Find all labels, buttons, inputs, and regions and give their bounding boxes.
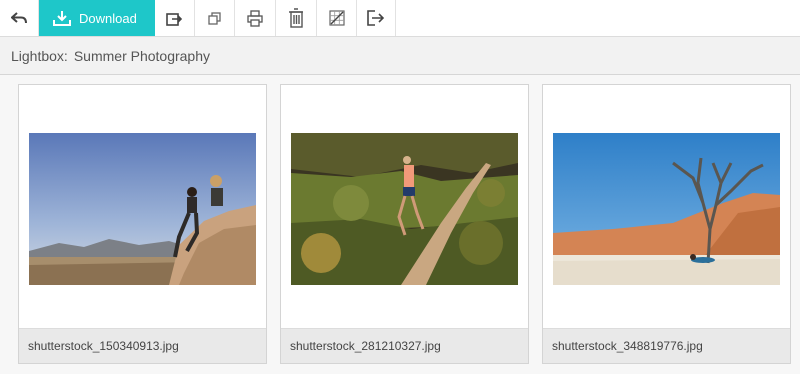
image-card[interactable]: shutterstock_150340913.jpg	[18, 84, 267, 364]
deselect-grid-icon	[328, 10, 345, 26]
download-icon	[53, 10, 71, 26]
image-filename: shutterstock_150340913.jpg	[19, 328, 266, 363]
toolbar: Download	[0, 0, 800, 37]
lightbox-label: Lightbox:	[11, 47, 68, 64]
print-icon	[247, 9, 263, 27]
back-arrow-icon	[11, 12, 27, 24]
image-filename: shutterstock_348819776.jpg	[543, 328, 790, 363]
image-card[interactable]: shutterstock_348819776.jpg	[542, 84, 791, 364]
duplicate-icon	[208, 11, 221, 25]
lightbox-title-bar: Lightbox: Summer Photography	[0, 37, 800, 75]
image-grid: shutterstock_150340913.jpg shutterstock_…	[0, 75, 800, 374]
delete-button[interactable]	[276, 0, 317, 36]
duplicate-button[interactable]	[195, 0, 235, 36]
image-thumbnail[interactable]	[291, 133, 518, 285]
image-card[interactable]: shutterstock_281210327.jpg	[280, 84, 529, 364]
image-thumbnail[interactable]	[553, 133, 780, 285]
lightbox-name: Summer Photography	[73, 47, 211, 64]
image-thumbnail[interactable]	[29, 133, 256, 285]
share-button[interactable]	[155, 0, 195, 36]
image-filename: shutterstock_281210327.jpg	[281, 328, 528, 363]
exit-icon	[367, 10, 385, 26]
share-icon	[166, 11, 183, 26]
trash-icon	[288, 8, 304, 28]
deselect-all-button[interactable]	[317, 0, 357, 36]
print-button[interactable]	[235, 0, 276, 36]
download-label: Download	[79, 10, 137, 26]
exit-button[interactable]	[357, 0, 396, 36]
back-button[interactable]	[0, 0, 39, 36]
download-button[interactable]: Download	[39, 0, 155, 36]
